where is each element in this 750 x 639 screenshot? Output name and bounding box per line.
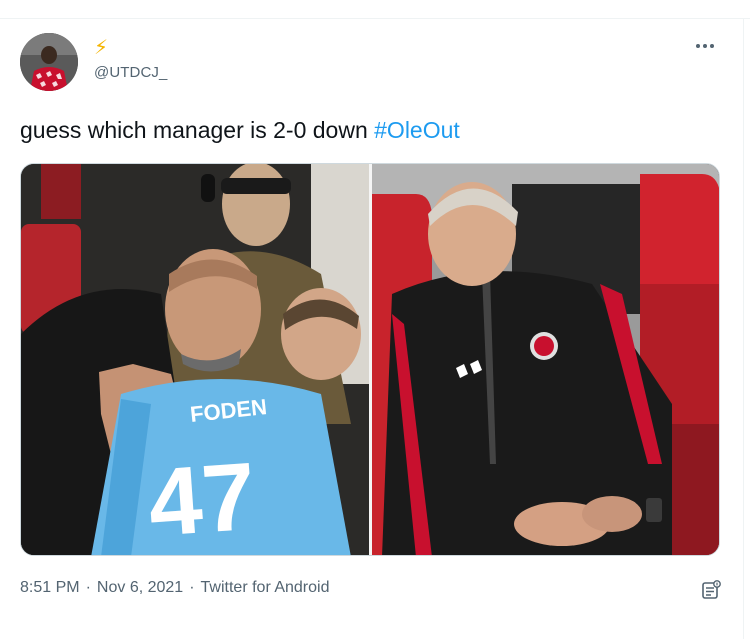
tweet-text: guess which manager is 2-0 down #OleOut	[20, 115, 460, 145]
tweet-body: guess which manager is 2-0 down	[20, 117, 375, 143]
avatar[interactable]	[20, 33, 78, 91]
user-info: ⚡ @UTDCJ_	[94, 38, 167, 81]
tweet-media[interactable]: FODEN 47	[20, 163, 720, 556]
analytics-icon[interactable]	[700, 579, 722, 601]
meta-separator: ·	[85, 579, 91, 596]
user-handle[interactable]: @UTDCJ_	[94, 64, 167, 81]
lightning-emoji: ⚡	[94, 37, 109, 59]
more-icon[interactable]	[696, 40, 720, 52]
more-dot	[710, 44, 714, 48]
divider	[743, 18, 744, 639]
media-photo-right[interactable]	[372, 164, 719, 555]
more-dot	[703, 44, 707, 48]
tweet-card: ⚡ @UTDCJ_ guess which manager is 2-0 dow…	[0, 0, 750, 639]
tweet-meta: 8:51 PM · Nov 6, 2021 · Twitter for Andr…	[20, 579, 329, 597]
divider	[0, 18, 750, 19]
hashtag-link[interactable]: #OleOut	[374, 117, 460, 143]
tweet-date[interactable]: Nov 6, 2021	[97, 579, 183, 597]
tweet-source[interactable]: Twitter for Android	[201, 579, 330, 597]
more-dot	[696, 44, 700, 48]
media-photo-left[interactable]: FODEN 47	[21, 164, 369, 556]
tweet-time[interactable]: 8:51 PM	[20, 579, 80, 597]
meta-separator: ·	[189, 579, 195, 596]
jersey-number: 47	[145, 443, 259, 556]
